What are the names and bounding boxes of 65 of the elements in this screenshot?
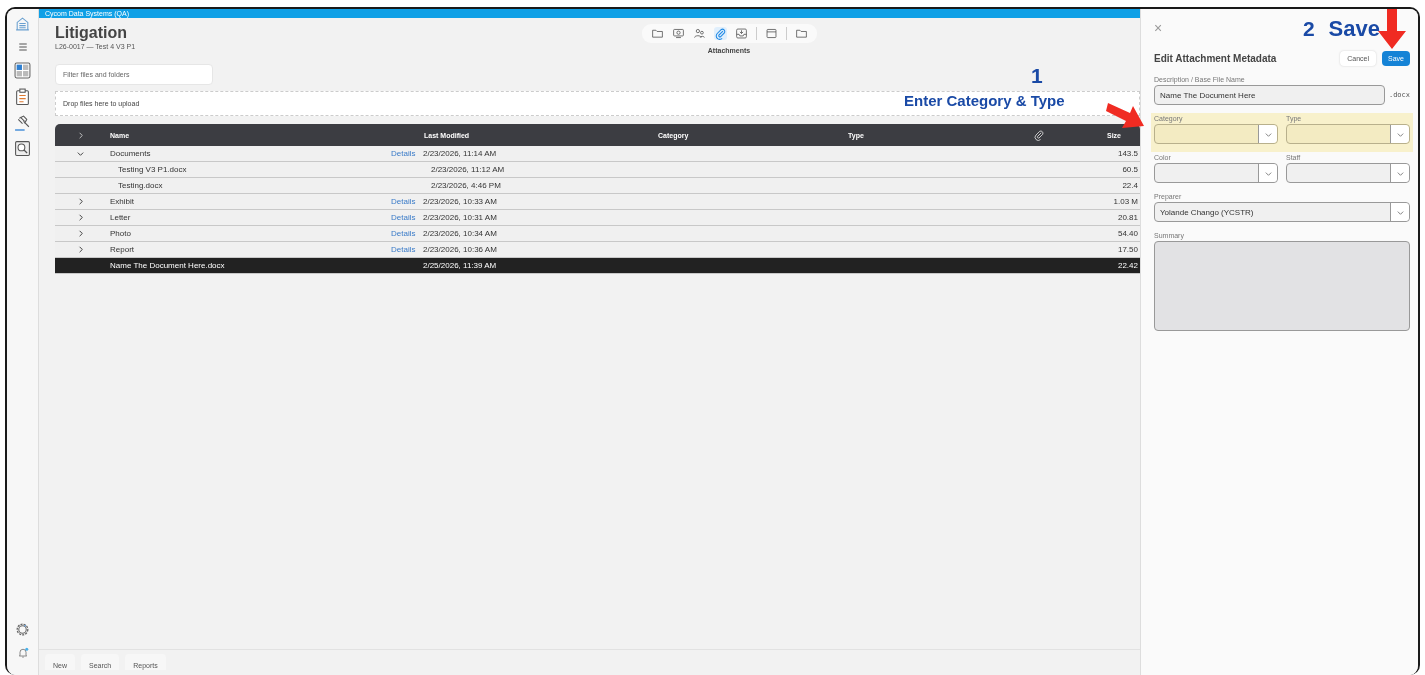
dropdown-field[interactable]: Yolande Chango (YCSTR) [1154, 202, 1410, 222]
file-size: 143.5 [1116, 149, 1139, 158]
chevron-right-icon[interactable] [76, 197, 85, 206]
modified-date: 2/23/2026, 10:33 AM [423, 197, 498, 206]
file-name: Report [110, 245, 135, 254]
dropdown-field[interactable] [1154, 124, 1278, 144]
paperclip-icon[interactable] [713, 27, 727, 40]
chevron-right-icon[interactable] [76, 229, 85, 238]
file-size: 17.50 [1116, 245, 1139, 254]
modified-date: 2/23/2026, 10:36 AM [423, 245, 498, 254]
file-name: Exhibit [110, 197, 135, 206]
summary-field[interactable] [1154, 241, 1410, 331]
annotation-text: Enter Category & Type [904, 92, 1065, 109]
file-name: Name The Document Here.docx [110, 261, 226, 270]
file-size: 22.42 [1116, 261, 1139, 270]
details-link[interactable]: Details [391, 149, 416, 158]
details-link[interactable]: Details [391, 197, 416, 206]
file-size: 22.4 [1121, 181, 1139, 190]
bell-icon[interactable] [16, 647, 29, 659]
file-name: Documents [110, 149, 152, 158]
monitor-icon[interactable] [671, 27, 685, 40]
annotation-number: 1 [1030, 64, 1043, 88]
calendar-icon[interactable] [764, 27, 778, 40]
building-icon[interactable] [14, 15, 31, 32]
folder-icon[interactable] [650, 27, 664, 40]
folder-icon[interactable] [794, 27, 808, 40]
modified-date: 2/23/2026, 11:14 AM [423, 149, 498, 158]
paperclip-icon[interactable] [1033, 129, 1045, 141]
modified-date: 2/23/2026, 10:34 AM [423, 229, 498, 238]
file-size: 1.03 M [1112, 197, 1139, 206]
file-name: Photo [110, 229, 132, 238]
modified-date: 2/23/2026, 4:46 PM [430, 181, 502, 190]
table-row[interactable]: Name The Document Here.docx 2/25/2026, 11:39 AM 22.42 [55, 258, 1140, 274]
panel-title: Edit Attachment Metadata [1154, 53, 1278, 64]
file-size: 20.81 [1116, 213, 1139, 222]
details-link[interactable]: Details [391, 229, 416, 238]
chevron-icon[interactable] [76, 130, 85, 140]
file-size: 60.5 [1121, 165, 1139, 174]
clipboard-icon[interactable] [14, 88, 31, 105]
dropdown-field[interactable] [1286, 124, 1410, 144]
annotation-number: 2 [1302, 17, 1315, 41]
dashboard-icon[interactable] [14, 62, 31, 79]
people-icon[interactable] [692, 27, 706, 40]
modified-date: 2/23/2026, 11:12 AM [430, 165, 506, 174]
document-search-icon[interactable] [14, 140, 31, 157]
modified-date: 2/25/2026, 11:39 AM [423, 261, 498, 270]
chevron-down-icon[interactable] [76, 149, 85, 158]
file-name: Testing V3 P1.docx [117, 165, 188, 174]
file-size: 54.40 [1116, 229, 1139, 238]
chevron-right-icon[interactable] [76, 213, 85, 222]
gavel-icon[interactable] [14, 114, 31, 131]
settings-icon[interactable] [14, 621, 31, 638]
dropdown-field[interactable] [1286, 163, 1410, 183]
page-title: Litigation [55, 24, 128, 42]
dropdown-field[interactable] [1154, 163, 1278, 183]
chevron-right-icon[interactable] [76, 245, 85, 254]
details-link[interactable]: Details [391, 245, 416, 254]
inbox-icon[interactable] [734, 27, 748, 40]
text-field[interactable]: Name The Document Here [1154, 85, 1385, 105]
annotation-text: Save [1328, 16, 1380, 42]
menu-icon[interactable] [16, 41, 29, 53]
modified-date: 2/23/2026, 10:31 AM [423, 213, 498, 222]
details-link[interactable]: Details [391, 213, 416, 222]
file-name: Letter [110, 213, 132, 222]
file-name: Testing.docx [117, 181, 164, 190]
